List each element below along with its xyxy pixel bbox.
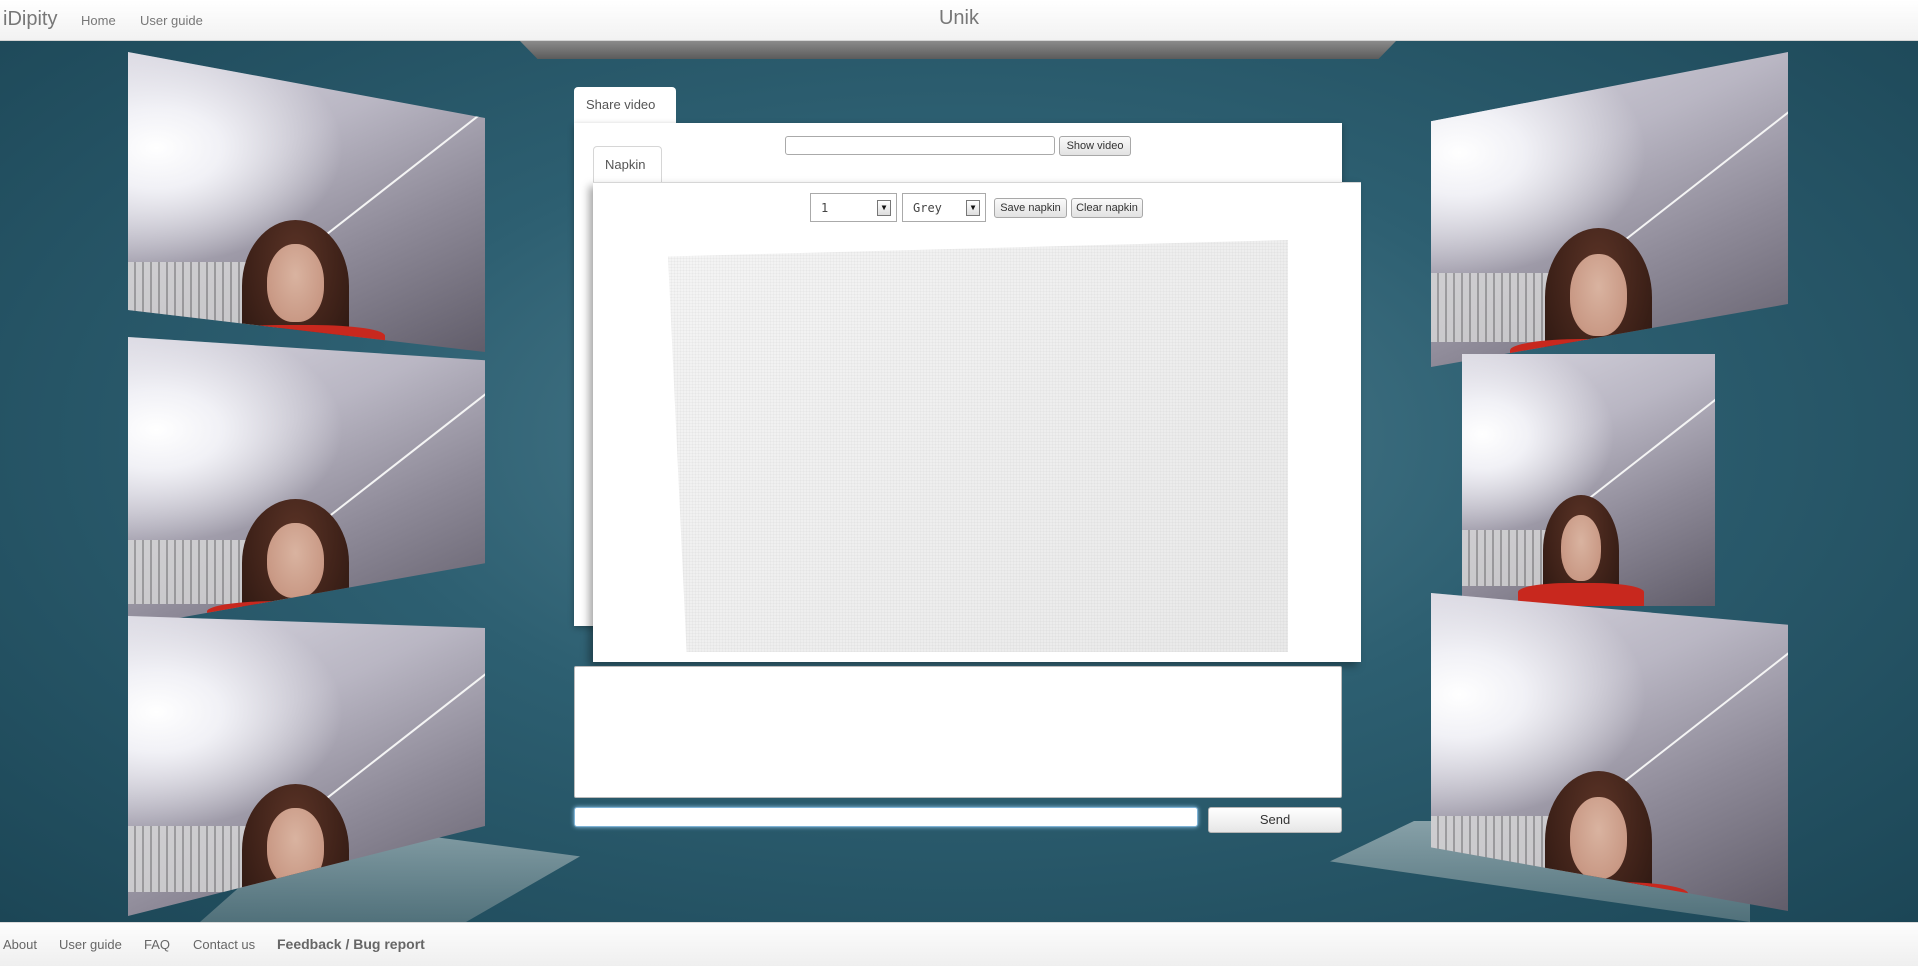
footer-link-user-guide[interactable]: User guide [59,937,122,952]
color-select[interactable]: Grey ▼ [902,193,986,222]
room-title: Unik [938,7,979,29]
video-tile-left-1[interactable] [128,52,485,352]
footer-link-faq[interactable]: FAQ [144,937,170,952]
video-tile-left-2[interactable] [128,337,485,627]
tab-share-video[interactable]: Share video [574,87,676,124]
tab-napkin[interactable]: Napkin [593,146,662,183]
chat-log[interactable] [574,666,1342,798]
send-button[interactable]: Send [1208,807,1342,833]
brush-size-select[interactable]: 1 ▼ [810,193,897,222]
footer-link-feedback[interactable]: Feedback / Bug report [277,936,425,952]
top-navbar: iDipity Home User guide Unik [0,0,1918,41]
participant-face [267,522,325,598]
video-tile-right-2[interactable] [1462,354,1715,606]
room-ceiling [520,41,1396,59]
chat-message-input[interactable] [574,807,1198,827]
show-video-button[interactable]: Show video [1059,136,1131,156]
footer-link-contact-us[interactable]: Contact us [193,937,255,952]
participant-face [1570,253,1628,336]
video-url-input[interactable] [785,136,1055,155]
footer-link-about[interactable]: About [3,937,37,952]
participant-face [1560,515,1602,581]
color-value: Grey [913,201,942,215]
chevron-down-icon[interactable]: ▼ [877,200,891,216]
video-tile-right-1[interactable] [1431,52,1788,367]
brush-size-value: 1 [821,201,829,215]
participant-face [1570,796,1628,880]
save-napkin-button[interactable]: Save napkin [994,198,1067,218]
napkin-drawing-canvas[interactable] [668,240,1288,652]
chevron-down-icon[interactable]: ▼ [966,200,980,216]
clear-napkin-button[interactable]: Clear napkin [1071,198,1143,218]
footer: About User guide FAQ Contact us Feedback… [0,922,1918,966]
participant-face [267,244,325,322]
